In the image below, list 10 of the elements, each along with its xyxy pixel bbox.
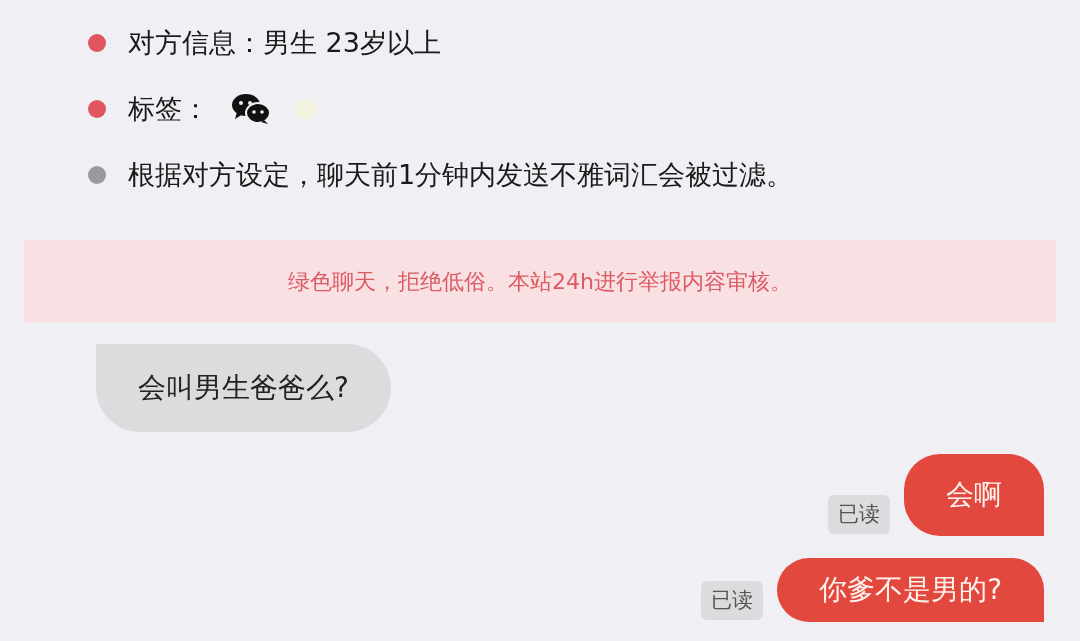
info-text: 对方信息：男生 23岁以上 [128,25,441,60]
tags-label: 标签： [128,91,209,126]
read-receipt: 已读 [828,494,890,534]
message-bubble: 你爹不是男的? [777,558,1044,622]
read-receipt: 已读 [701,580,764,620]
info-text: 根据对方设定，聊天前1分钟内发送不雅词汇会被过滤。 [128,157,794,192]
notice-text: 绿色聊天，拒绝低俗。本站24h进行举报内容审核。 [288,267,792,296]
message-bubble: 会啊 [904,454,1044,536]
message-bubble: 会叫男生爸爸么? [96,344,391,432]
chat-bubbles-icon [231,93,271,125]
